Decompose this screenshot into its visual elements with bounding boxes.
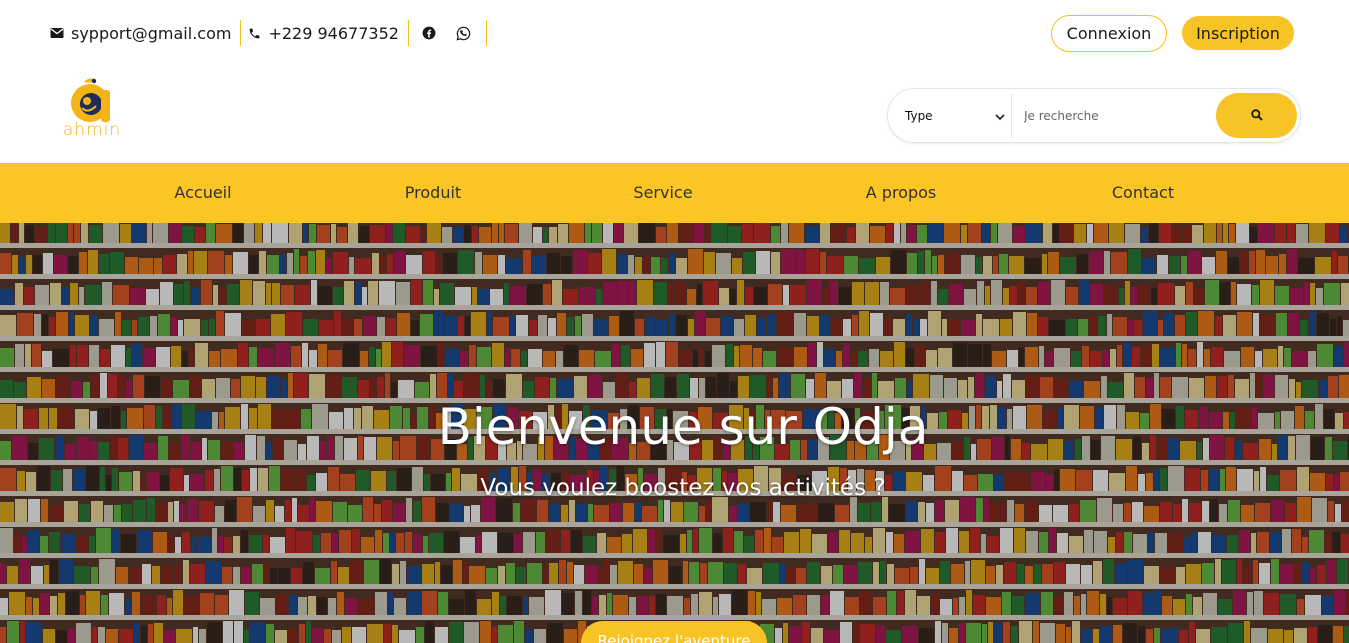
mail-icon [50, 27, 64, 39]
nav-item-produit[interactable]: Produit [405, 163, 461, 223]
chevron-down-icon [995, 110, 1005, 124]
hero-title: Bienvenue sur Odja [437, 398, 929, 456]
logo-mark [71, 78, 110, 122]
phone-contact[interactable]: +229 94677352 [248, 20, 407, 46]
main-nav: Accueil Produit Service A propos Contact [0, 163, 1349, 223]
hero-cta-button[interactable]: Rejoignez l'aventure [581, 621, 767, 643]
hero-subtitle: Vous voulez boostez vos activités ? [480, 475, 886, 501]
search-button[interactable] [1216, 93, 1297, 138]
search-bar: Type [888, 89, 1300, 142]
separator [485, 20, 487, 46]
search-type-value: Type [905, 108, 933, 123]
site-logo[interactable]: ahmin [54, 76, 130, 144]
separator [240, 20, 242, 46]
search-icon [1250, 106, 1263, 125]
email-text: sypport@gmail.com [71, 23, 232, 43]
search-input[interactable] [1018, 95, 1213, 136]
facebook-icon[interactable] [416, 20, 442, 46]
nav-item-a-propos[interactable]: A propos [866, 163, 936, 223]
whatsapp-icon[interactable] [451, 20, 477, 46]
login-button[interactable]: Connexion [1051, 15, 1167, 52]
nav-item-contact[interactable]: Contact [1112, 163, 1174, 223]
top-bar: sypport@gmail.com +229 94677352 Connexio… [0, 0, 1349, 66]
phone-icon [248, 27, 261, 40]
phone-text: +229 94677352 [268, 23, 399, 43]
logo-text: ahmin [62, 120, 122, 140]
email-contact[interactable]: sypport@gmail.com [50, 20, 240, 46]
nav-item-accueil[interactable]: Accueil [174, 163, 231, 223]
search-type-select[interactable]: Type [892, 93, 1012, 138]
contact-info: sypport@gmail.com +229 94677352 [50, 20, 494, 46]
hero-banner: Bienvenue sur Odja Vous voulez boostez v… [0, 223, 1349, 643]
signup-button[interactable]: Inscription [1182, 16, 1294, 50]
separator [407, 20, 409, 46]
nav-item-service[interactable]: Service [633, 163, 692, 223]
